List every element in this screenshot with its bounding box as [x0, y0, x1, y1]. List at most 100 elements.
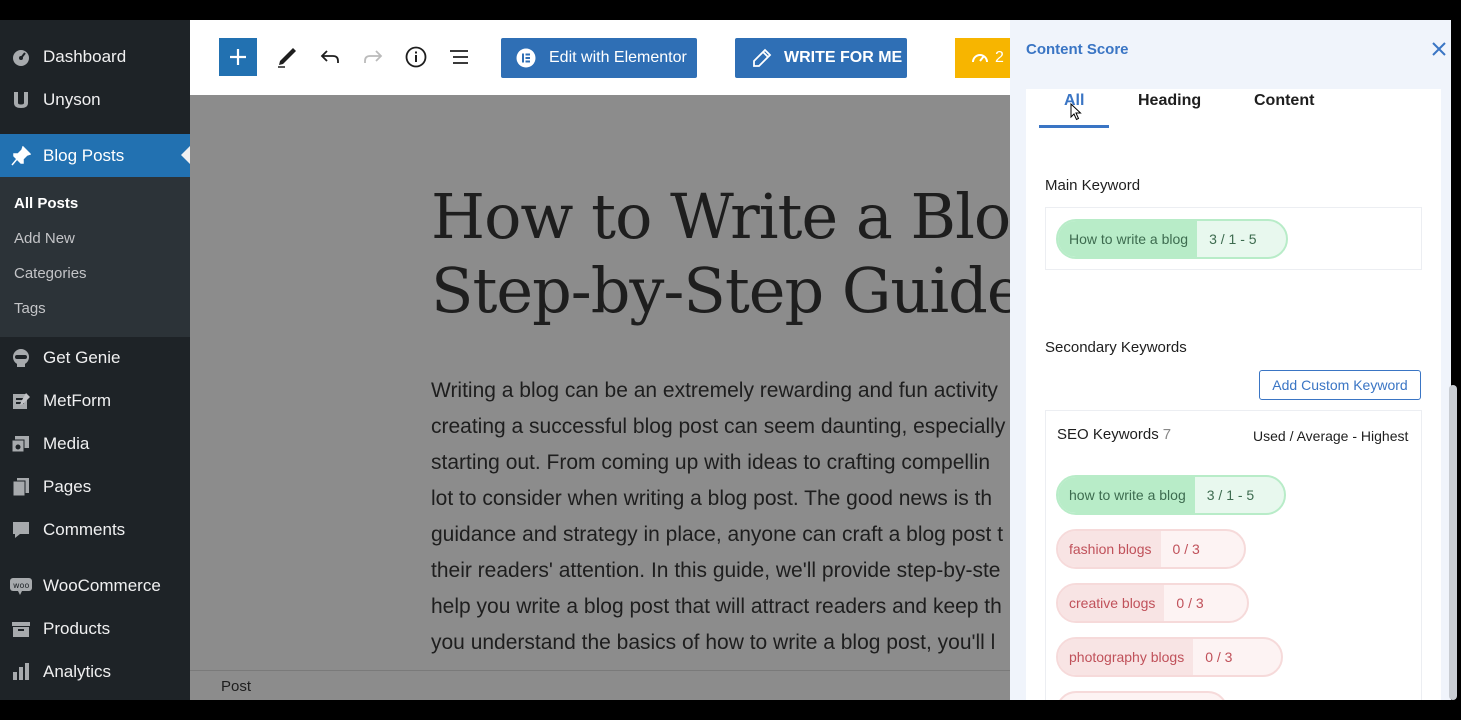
- sidebar-item-label: Products: [43, 619, 111, 638]
- main-keyword-heading: Main Keyword: [1045, 177, 1141, 194]
- secondary-keywords-heading: Secondary Keywords: [1045, 339, 1187, 356]
- paragraph-line: Writing a blog can be an extremely rewar…: [431, 379, 998, 402]
- post-title[interactable]: How to Write a Blog Po Step-by-Step Guid…: [431, 180, 1010, 328]
- editor-toolbar: Edit with Elementor WRITE FOR ME 2: [190, 20, 1010, 95]
- redo-button[interactable]: [360, 44, 386, 70]
- keyword-label: photography blogs: [1058, 639, 1194, 675]
- main-keyword-box: How to write a blog 3 / 1 - 5: [1045, 207, 1422, 270]
- plus-icon: [230, 49, 246, 65]
- sidebar-item-dashboard[interactable]: Dashboard: [0, 37, 190, 77]
- sidebar-item-blog-posts[interactable]: Blog Posts: [0, 134, 190, 177]
- panel-scrollbar[interactable]: [1449, 385, 1457, 700]
- sidebar-item-get-genie[interactable]: Get Genie: [0, 338, 190, 378]
- block-breadcrumb: Post: [190, 670, 1010, 700]
- products-icon: [10, 618, 32, 640]
- comments-icon: [10, 519, 32, 541]
- undo-button[interactable]: [317, 44, 343, 70]
- tab-content[interactable]: Content: [1254, 92, 1314, 110]
- sidebar-item-label: Pages: [43, 477, 92, 496]
- seo-keywords-heading: SEO Keywords 7: [1057, 426, 1171, 443]
- content-score-panel: Content Score All Heading Content Main K…: [1010, 20, 1451, 700]
- media-icon: [10, 433, 32, 455]
- pencil-icon: [278, 48, 296, 68]
- content-score-button[interactable]: 2: [955, 38, 1010, 78]
- paragraph-line: their readers' attention. In this guide,…: [431, 559, 1001, 582]
- keywords-card: All Heading Content Main Keyword How to …: [1026, 89, 1441, 700]
- redo-icon: [364, 50, 383, 63]
- seo-keywords-box: SEO Keywords 7 Used / Average - Highest h…: [1045, 410, 1422, 700]
- sidebar-item-label: Get Genie: [43, 348, 121, 367]
- woocommerce-icon: woo: [10, 575, 32, 597]
- list-view-button[interactable]: [446, 44, 472, 70]
- sidebar-item-label: Analytics: [43, 662, 112, 681]
- paragraph-line: starting out. From coming up with ideas …: [431, 451, 991, 474]
- keyword-count: 3 / 1 - 5: [1209, 231, 1257, 247]
- list-view-icon: [450, 50, 468, 64]
- post-body-paragraph[interactable]: Writing a blog can be an extremely rewar…: [431, 373, 1010, 661]
- submenu-categories[interactable]: Categories: [14, 265, 87, 282]
- edit-with-elementor-button[interactable]: Edit with Elementor: [501, 38, 697, 78]
- blog-posts-submenu: All Posts Add New Categories Tags: [0, 177, 190, 337]
- add-block-button[interactable]: [219, 38, 257, 76]
- sidebar-item-media[interactable]: Media: [0, 424, 190, 464]
- keyword-label: how to write a blog: [1058, 477, 1195, 513]
- sidebar-item-unyson[interactable]: Unyson: [0, 80, 190, 120]
- submenu-tags[interactable]: Tags: [14, 300, 46, 317]
- paragraph-line: help you write a blog post that will att…: [431, 595, 1002, 618]
- mouse-cursor-icon: [1070, 103, 1082, 121]
- keyword-pill[interactable]: How to write a blog 3 / 1 - 5: [1056, 219, 1288, 259]
- paragraph-line: lot to consider when writing a blog post…: [431, 487, 993, 510]
- sidebar-item-metform[interactable]: MetForm: [0, 381, 190, 421]
- sidebar-item-label: MetForm: [43, 391, 111, 410]
- metform-icon: [10, 390, 32, 412]
- sidebar-item-comments[interactable]: Comments: [0, 510, 190, 550]
- write-for-me-label: WRITE FOR ME: [784, 49, 903, 66]
- pen-icon: [753, 48, 772, 67]
- sidebar-item-label: Comments: [43, 520, 126, 539]
- add-custom-keyword-button[interactable]: Add Custom Keyword: [1259, 370, 1421, 400]
- keyword-count: 0 / 3: [1205, 649, 1233, 665]
- info-icon: [405, 46, 427, 68]
- sidebar-item-pages[interactable]: Pages: [0, 467, 190, 507]
- paragraph-line: creating a successful blog post can seem…: [431, 415, 1006, 438]
- content-score-label: 2: [995, 49, 1004, 66]
- keyword-pill[interactable]: creative blogs 0 / 3: [1056, 583, 1249, 623]
- keyword-count: 0 / 3: [1176, 595, 1204, 611]
- details-button[interactable]: [403, 44, 429, 70]
- sidebar-item-label: Blog Posts: [43, 145, 125, 165]
- keyword-pill[interactable]: [1056, 691, 1228, 700]
- seo-keywords-label: SEO Keywords: [1057, 426, 1159, 443]
- sidebar-item-products[interactable]: Products: [0, 609, 190, 649]
- screen: Dashboard Unyson Blog Posts All Posts Ad…: [0, 0, 1461, 720]
- breadcrumb-post[interactable]: Post: [221, 678, 251, 695]
- submenu-add-new[interactable]: Add New: [14, 230, 75, 247]
- keyword-label: fashion blogs: [1058, 531, 1161, 567]
- keyword-count: 3 / 1 - 5: [1206, 487, 1255, 503]
- keyword-pill[interactable]: how to write a blog 3 / 1 - 5: [1056, 475, 1286, 515]
- sidebar-item-analytics[interactable]: Analytics: [0, 652, 190, 692]
- gauge-icon: [972, 54, 988, 63]
- admin-sidebar: Dashboard Unyson Blog Posts All Posts Ad…: [0, 20, 190, 700]
- pages-icon: [10, 476, 32, 498]
- panel-title: Content Score: [1026, 41, 1129, 58]
- sidebar-item-woocommerce[interactable]: woo WooCommerce: [0, 566, 190, 606]
- tools-button[interactable]: [274, 44, 300, 70]
- unyson-icon: [10, 89, 32, 111]
- tab-heading[interactable]: Heading: [1138, 92, 1201, 110]
- sidebar-item-label: Unyson: [43, 90, 101, 109]
- pin-icon: [10, 145, 32, 167]
- close-panel-button[interactable]: [1430, 40, 1450, 60]
- editor-canvas[interactable]: How to Write a Blog Po Step-by-Step Guid…: [190, 95, 1010, 670]
- post-title-line: How to Write a Blog Po: [431, 180, 1010, 253]
- edit-with-elementor-label: Edit with Elementor: [549, 49, 687, 66]
- seo-keywords-count: 7: [1162, 426, 1172, 443]
- svg-text:woo: woo: [13, 581, 29, 590]
- keyword-pill[interactable]: fashion blogs 0 / 3: [1056, 529, 1246, 569]
- keyword-pill[interactable]: photography blogs 0 / 3: [1056, 637, 1283, 677]
- write-for-me-button[interactable]: WRITE FOR ME: [735, 38, 907, 78]
- close-icon: [1432, 42, 1446, 56]
- analytics-icon: [10, 661, 32, 683]
- seo-legend: Used / Average - Highest: [1253, 428, 1409, 444]
- keyword-label: creative blogs: [1058, 585, 1165, 621]
- submenu-all-posts[interactable]: All Posts: [14, 195, 78, 212]
